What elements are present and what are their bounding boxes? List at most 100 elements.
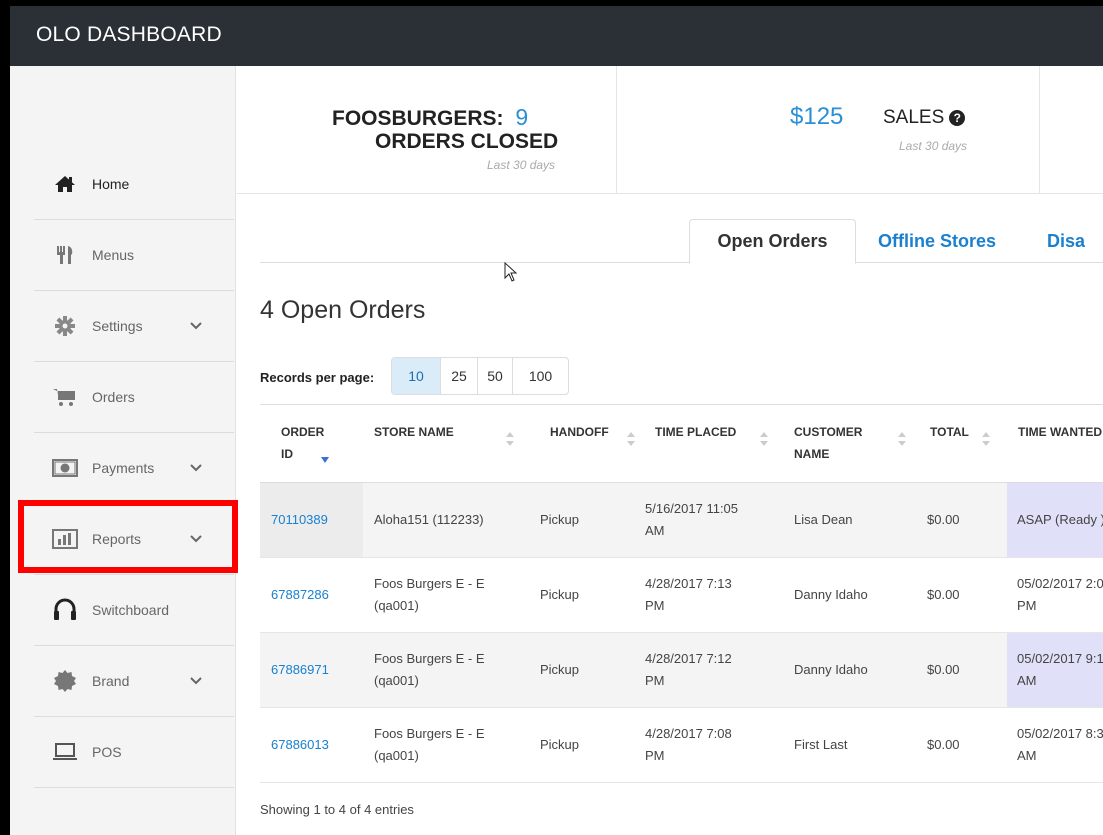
mouse-cursor-icon xyxy=(504,261,518,287)
sidebar-item-label: Orders xyxy=(92,389,135,405)
gear-icon xyxy=(52,291,78,361)
time-wanted: ASAP (Ready ) xyxy=(1007,483,1103,557)
chevron-down-icon xyxy=(190,433,202,503)
brand-name: FOOSBURGERS: 9 xyxy=(332,104,529,130)
handoff: Pickup xyxy=(540,587,580,602)
money-icon xyxy=(52,433,78,503)
customer-name: Lisa Dean xyxy=(794,512,853,527)
table-row: 67886013 Foos Burgers E - E (qa001) Picku… xyxy=(260,708,1103,783)
customer-name: Danny Idaho xyxy=(794,662,868,677)
sidebar-item-label: Settings xyxy=(92,318,143,334)
column-header-store-name[interactable]: STORE NAME xyxy=(374,421,454,443)
orders-closed-label: ORDERS CLOSED xyxy=(375,130,559,153)
sort-icon[interactable] xyxy=(760,431,768,447)
chevron-down-icon xyxy=(190,646,202,716)
sort-icon[interactable] xyxy=(982,431,990,447)
home-icon xyxy=(52,149,78,219)
tab-disabled[interactable]: Disa xyxy=(1047,219,1085,263)
column-header-handoff[interactable]: HANDOFF xyxy=(550,421,609,443)
order-id-link[interactable]: 67887286 xyxy=(271,558,329,632)
sales-value: $125 xyxy=(790,103,844,130)
sort-desc-icon[interactable] xyxy=(321,450,329,468)
sales-period: Last 30 days xyxy=(899,139,968,153)
tab-open-orders[interactable]: Open Orders xyxy=(689,219,856,264)
sidebar-item-switchboard[interactable]: Switchboard xyxy=(34,575,234,646)
store-name: Aloha151 (112233) xyxy=(374,512,484,527)
store-name: Foos Burgers E - E (qa001) xyxy=(374,576,485,613)
sidebar-item-home[interactable]: Home xyxy=(34,149,234,220)
column-header-time-wanted[interactable]: TIME WANTED xyxy=(1018,421,1102,443)
time-placed: 4/28/2017 7:13 PM xyxy=(645,576,732,613)
sidebar-item-label: Switchboard xyxy=(92,602,170,618)
table-row: 67887286 Foos Burgers E - E (qa001) Picku… xyxy=(260,558,1103,633)
stats-divider xyxy=(1039,66,1040,194)
handoff: Pickup xyxy=(540,512,580,527)
page-size-25[interactable]: 25 xyxy=(440,358,477,394)
customer-name: First Last xyxy=(794,737,848,752)
cart-icon xyxy=(52,362,78,432)
top-bar: OLO DASHBOARD xyxy=(10,6,1103,66)
store-name: Foos Burgers E - E (qa001) xyxy=(374,726,485,763)
total: $0.00 xyxy=(927,662,960,677)
store-name: Foos Burgers E - E (qa001) xyxy=(374,651,485,688)
total: $0.00 xyxy=(927,587,960,602)
order-id-link[interactable]: 70110389 xyxy=(260,483,363,557)
utensils-icon xyxy=(52,220,78,290)
sidebar-item-label: Home xyxy=(92,176,130,192)
time-wanted: 05/02/2017 9:1 AM xyxy=(1007,633,1103,707)
order-id-link[interactable]: 67886971 xyxy=(271,633,329,707)
sidebar-item-pos[interactable]: POS xyxy=(34,717,234,788)
sidebar-item-label: Brand xyxy=(92,673,130,689)
orders-count: 9 xyxy=(515,104,529,130)
time-placed: 4/28/2017 7:12 PM xyxy=(645,651,732,688)
sort-icon[interactable] xyxy=(898,431,906,447)
page-title: 4 Open Orders xyxy=(260,296,426,324)
sidebar-item-label: Payments xyxy=(92,460,155,476)
sidebar-item-brand[interactable]: Brand xyxy=(34,646,234,717)
customer-name: Danny Idaho xyxy=(794,587,868,602)
tab-offline-stores[interactable]: Offline Stores xyxy=(878,219,996,263)
total: $0.00 xyxy=(927,737,960,752)
table-row: 67886971 Foos Burgers E - E (qa001) Picku… xyxy=(260,633,1103,708)
total: $0.00 xyxy=(927,512,960,527)
sidebar-item-payments[interactable]: Payments xyxy=(34,433,234,504)
sort-icon[interactable] xyxy=(627,431,635,447)
page-size-10[interactable]: 10 xyxy=(392,358,440,394)
time-placed: 5/16/2017 11:05 AM xyxy=(645,501,739,538)
stats-divider xyxy=(616,66,617,194)
table-info: Showing 1 to 4 of 4 entries xyxy=(260,802,414,817)
sales-label: SALES ? xyxy=(883,107,966,129)
page-size-selector: 10 25 50 100 xyxy=(391,357,569,395)
highlight-box xyxy=(18,500,238,573)
sidebar-item-label: Menus xyxy=(92,247,135,263)
time-wanted: 05/02/2017 2:0 PM xyxy=(1017,576,1103,613)
column-header-customer-name[interactable]: CUSTOMER NAME xyxy=(794,421,862,465)
stats-panel: FOOSBURGERS: 9 ORDERS CLOSED Last 30 day… xyxy=(237,66,1103,194)
sidebar-item-orders[interactable]: Orders xyxy=(34,362,234,433)
handoff: Pickup xyxy=(540,737,580,752)
laptop-icon xyxy=(52,717,78,787)
page-size-50[interactable]: 50 xyxy=(477,358,512,394)
help-icon[interactable]: ? xyxy=(949,110,966,126)
column-header-order-id[interactable]: ORDER ID xyxy=(281,421,324,465)
handoff: Pickup xyxy=(540,662,580,677)
time-placed: 4/28/2017 7:08 PM xyxy=(645,726,732,763)
order-id-link[interactable]: 67886013 xyxy=(271,708,329,782)
app-window: OLO DASHBOARD Home Menus Settings Orders… xyxy=(10,6,1103,835)
app-title: OLO DASHBOARD xyxy=(36,23,222,46)
sidebar-item-menus[interactable]: Menus xyxy=(34,220,234,291)
sidebar-item-label: POS xyxy=(92,744,122,760)
chevron-down-icon xyxy=(190,291,202,361)
table-header: ORDER ID STORE NAME HANDOFF TIME PLACED … xyxy=(260,404,1103,483)
sidebar-item-settings[interactable]: Settings xyxy=(34,291,234,362)
sort-icon[interactable] xyxy=(506,431,514,447)
column-header-time-placed[interactable]: TIME PLACED xyxy=(655,421,736,443)
page-size-100[interactable]: 100 xyxy=(512,358,568,394)
records-per-page-label: Records per page: xyxy=(260,370,375,385)
table-row: 70110389 Aloha151 (112233) Pickup 5/16/2… xyxy=(260,483,1103,558)
badge-icon xyxy=(52,646,78,716)
orders-period: Last 30 days xyxy=(487,158,556,172)
time-wanted: 05/02/2017 8:3 AM xyxy=(1017,726,1103,763)
headset-icon xyxy=(52,575,78,645)
column-header-total[interactable]: TOTAL xyxy=(930,421,969,443)
